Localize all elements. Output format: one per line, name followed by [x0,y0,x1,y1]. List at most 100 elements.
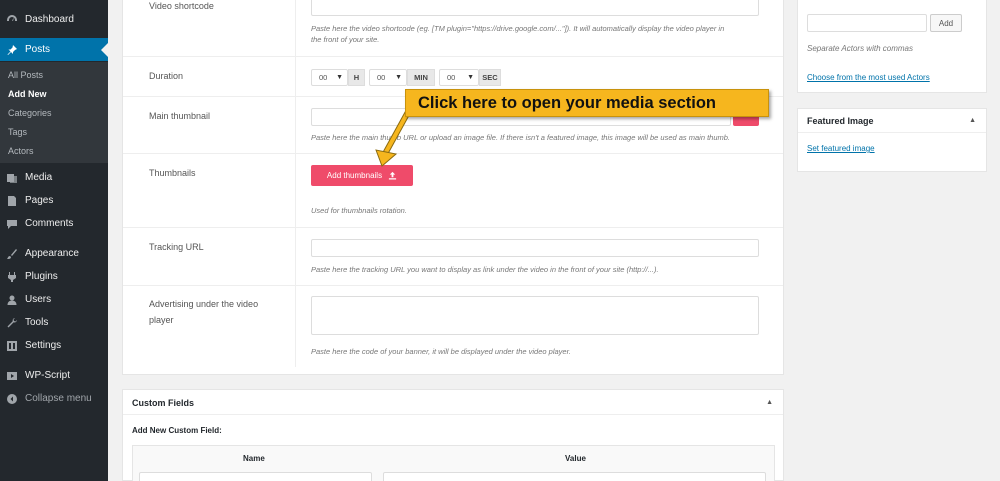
sidebar-item-posts[interactable]: Posts [0,38,108,61]
choose-actors-link[interactable]: Choose from the most used Actors [807,73,930,82]
active-menu-arrow [101,43,108,57]
minutes-value: 00 [377,73,386,82]
column-divider [295,286,296,367]
add-custom-field-heading: Add New Custom Field: [132,426,222,435]
add-actor-button[interactable]: Add [930,14,962,32]
column-divider [295,57,296,96]
divider [798,132,986,133]
tracking-url-label: Tracking URL [149,242,204,252]
sidebar-item-appearance[interactable]: Appearance [0,242,108,265]
sidebar-item-label: Media [25,172,53,183]
sidebar-item-label: Users [25,294,52,305]
collapse-icon [6,393,18,405]
sidebar-item-media[interactable]: Media [0,166,108,189]
main-thumbnail-label: Main thumbnail [149,111,211,121]
actors-input[interactable] [807,14,927,32]
sidebar-item-label: Appearance [25,248,79,259]
thumbnails-help: Used for thumbnails rotation. [311,206,407,215]
custom-fields-table: Name Value [132,445,775,481]
seconds-select[interactable]: 00 ▼ [439,69,479,86]
custom-fields-panel: Custom Fields ▲ Add New Custom Field: Na… [122,389,784,481]
chevron-down-icon: ▼ [336,74,343,81]
help-line: the front of your site. [311,35,380,44]
sidebar-item-label: Dashboard [25,14,74,25]
advertising-help: Paste here the code of your banner, it w… [311,347,571,356]
featured-image-box: Featured Image ▲ Set featured image [797,108,987,172]
column-header-name: Name [243,454,265,463]
submenu-actors[interactable]: Actors [8,146,34,156]
chevron-down-icon: ▼ [395,74,402,81]
collapse-menu-button[interactable]: Collapse menu [0,387,108,410]
submenu-add-new[interactable]: Add New [8,89,47,99]
submenu-tags[interactable]: Tags [8,127,27,137]
sidebar-item-tools[interactable]: Tools [0,311,108,334]
chevron-down-icon: ▼ [467,74,474,81]
sidebar-item-wp-script[interactable]: WP-Script [0,364,108,387]
sidebar-item-users[interactable]: Users [0,288,108,311]
label-line: Advertising under the video [149,299,259,309]
plug-icon [6,271,18,283]
minutes-select[interactable]: 00 ▼ [369,69,407,86]
upload-icon [388,171,397,180]
hours-select[interactable]: 00 ▼ [311,69,348,86]
page-icon [6,195,18,207]
video-shortcode-input[interactable] [311,0,759,16]
video-shortcode-row: Video shortcode Paste here the video sho… [123,0,783,57]
custom-field-name-input[interactable] [139,472,372,481]
sidebar-item-plugins[interactable]: Plugins [0,265,108,288]
advertising-textarea[interactable] [311,296,759,335]
featured-image-title: Featured Image [807,116,874,126]
comment-icon [6,218,18,230]
sidebar-item-label: WP-Script [25,370,70,381]
help-line: Paste here the video shortcode (eg. [TM … [311,24,725,33]
sidebar-item-label: Tools [25,317,49,328]
minutes-unit: MIN [407,69,435,86]
column-header-value: Value [565,454,586,463]
sidebar-item-comments[interactable]: Comments [0,212,108,235]
sidebar-item-label: Plugins [25,271,58,282]
seconds-value: 00 [447,73,456,82]
duration-label: Duration [149,71,184,81]
admin-sidebar: Dashboard Posts All Posts Add New Catego… [0,0,108,481]
column-divider [295,154,296,227]
toggle-panel-icon[interactable]: ▲ [766,399,773,406]
sidebar-item-label: Posts [25,44,51,55]
hours-value: 00 [319,73,328,82]
callout-arrow-icon [375,110,411,167]
video-shortcode-help: Paste here the video shortcode (eg. [TM … [311,23,724,45]
tutorial-callout: Click here to open your media section [405,89,769,117]
advertising-label: Advertising under the video player [149,296,258,328]
tracking-url-input[interactable] [311,239,759,257]
thumbnails-row: Thumbnails Used for thumbnails rotation. [123,154,783,228]
sidebar-item-pages[interactable]: Pages [0,189,108,212]
sidebar-item-settings[interactable]: Settings [0,334,108,357]
sidebar-item-label: Collapse menu [25,393,92,404]
sidebar-item-dashboard[interactable]: Dashboard [0,8,108,31]
submenu-all-posts[interactable]: All Posts [8,70,43,80]
user-icon [6,294,18,306]
divider [123,414,783,415]
video-icon [6,370,18,382]
sidebar-item-label: Settings [25,340,62,351]
sidebar-item-label: Pages [25,195,54,206]
media-icon [6,172,18,184]
pin-icon [6,44,18,56]
submenu-categories[interactable]: Categories [8,108,52,118]
advertising-row: Advertising under the video player Paste… [123,286,783,367]
column-divider [295,97,296,153]
toggle-panel-icon[interactable]: ▲ [969,117,976,124]
settings-icon [6,340,18,352]
set-featured-image-link[interactable]: Set featured image [807,144,875,153]
dashboard-icon [6,14,18,26]
seconds-unit: SEC [479,69,501,86]
tracking-url-row: Tracking URL Paste here the tracking URL… [123,228,783,286]
hours-unit: H [348,69,365,86]
column-divider [295,228,296,285]
video-shortcode-label: Video shortcode [149,1,214,11]
tracking-url-help: Paste here the tracking URL you want to … [311,265,659,274]
video-information-panel: Video shortcode Paste here the video sho… [122,0,784,375]
column-divider [295,0,296,56]
custom-field-value-input[interactable] [383,472,766,481]
add-thumbnails-label: Add thumbnails [326,171,383,180]
actors-help: Separate Actors with commas [807,44,913,53]
